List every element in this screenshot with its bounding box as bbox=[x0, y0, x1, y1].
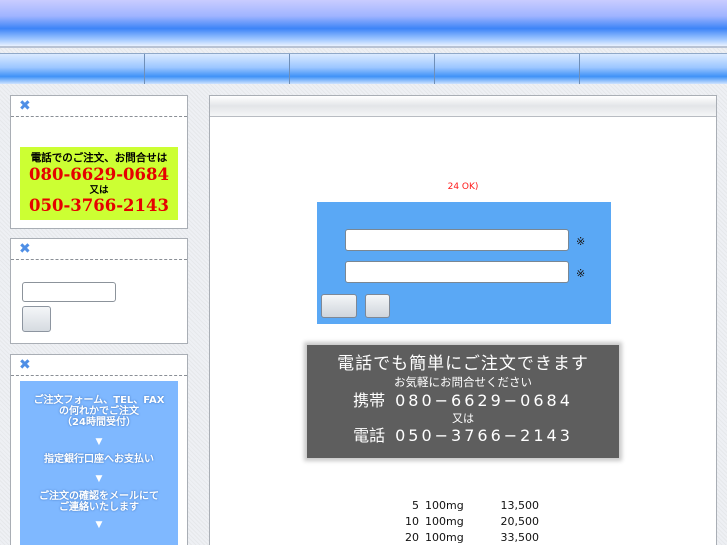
price-amount: 13,500 bbox=[500, 499, 540, 512]
sidebar-search-input[interactable] bbox=[22, 282, 116, 302]
sidebar-order-flow-box: ✖ ご注文フォーム、TEL、FAX の何れかでご注文 （24時間受付） ▼ 指定… bbox=[10, 354, 188, 545]
sidebar-search-box: ✖ bbox=[10, 238, 188, 344]
order-form-panel: ※ ※ bbox=[317, 202, 611, 324]
phone-number-mobile: 080-6629-0684 bbox=[29, 165, 169, 184]
phone-or-text: 又は bbox=[89, 185, 109, 196]
banner-subline: お気軽にお問合せください bbox=[394, 375, 532, 389]
main-content: 24 OK) ※ ※ 電話でも簡単にご注文できます お気軽にお問合せください 携… bbox=[209, 95, 717, 545]
sidebar-search-button[interactable] bbox=[22, 306, 51, 332]
price-dose: 100mg bbox=[425, 499, 464, 512]
x-mark-icon: ✖ bbox=[19, 357, 31, 373]
price-qty: 20 bbox=[405, 531, 419, 544]
price-row: 10 100mg 20,500 bbox=[397, 514, 557, 530]
banner-tel-row: 電話 050−3766−2143 bbox=[307, 425, 619, 447]
flow-step-1-line-3: （24時間受付） bbox=[62, 417, 136, 428]
banner-tel-number: 050−3766−2143 bbox=[395, 426, 573, 445]
banner-tel-label: 電話 bbox=[353, 426, 386, 445]
flow-step-2: 指定銀行口座へお支払い bbox=[44, 454, 154, 465]
flow-step-3-line-1: ご注文の確認をメールにて bbox=[39, 491, 159, 502]
sidebar-box-header: ✖ bbox=[11, 355, 187, 376]
order-flow-panel: ご注文フォーム、TEL、FAX の何れかでご注文 （24時間受付） ▼ 指定銀行… bbox=[20, 381, 178, 545]
main-content-header bbox=[210, 96, 716, 117]
nav-item-2[interactable] bbox=[145, 54, 290, 84]
price-dose: 100mg bbox=[425, 531, 464, 544]
nav-item-1[interactable] bbox=[0, 54, 145, 84]
order-form-field-2[interactable] bbox=[345, 261, 569, 283]
x-mark-icon: ✖ bbox=[19, 98, 31, 114]
form-submit-button[interactable] bbox=[321, 294, 357, 318]
price-list: 5 100mg 13,500 10 100mg 20,500 20 100mg … bbox=[397, 498, 557, 545]
header-divider bbox=[0, 46, 727, 48]
phone-order-banner[interactable]: 電話でも簡単にご注文できます お気軽にお問合せください 携帯 080−6629−0… bbox=[307, 345, 619, 458]
required-mark-1: ※ bbox=[576, 235, 586, 248]
nav-item-5[interactable] bbox=[580, 54, 727, 84]
banner-mobile-label: 携帯 bbox=[353, 391, 386, 410]
required-mark-2: ※ bbox=[576, 267, 586, 280]
banner-headline: 電話でも簡単にご注文できます bbox=[337, 354, 589, 374]
nav-item-3[interactable] bbox=[290, 54, 435, 84]
phone-number-landline: 050-3766-2143 bbox=[29, 196, 169, 215]
flow-arrow-down-icon: ▼ bbox=[95, 474, 103, 484]
price-qty: 5 bbox=[412, 499, 419, 512]
price-qty: 10 bbox=[405, 515, 419, 528]
nav-item-4[interactable] bbox=[435, 54, 580, 84]
sidebar-box-header: ✖ bbox=[11, 239, 187, 260]
order-form-field-1[interactable] bbox=[345, 229, 569, 251]
x-mark-icon: ✖ bbox=[19, 241, 31, 257]
form-reset-button[interactable] bbox=[365, 294, 390, 318]
banner-or-text: 又は bbox=[452, 412, 474, 425]
notice-text: 24 OK) bbox=[447, 182, 479, 192]
banner-mobile-number: 080−6629−0684 bbox=[395, 391, 573, 410]
sidebar-contact-box: ✖ 電話でのご注文、お問合せは 080-6629-0684 又は 050-376… bbox=[10, 95, 188, 229]
site-header-banner bbox=[0, 0, 727, 46]
flow-step-3-line-2: ご連絡いたします bbox=[59, 502, 139, 513]
price-amount: 33,500 bbox=[500, 531, 540, 544]
price-row: 5 100mg 13,500 bbox=[397, 498, 557, 514]
price-amount: 20,500 bbox=[500, 515, 540, 528]
price-dose: 100mg bbox=[425, 515, 464, 528]
global-nav-bar bbox=[0, 53, 727, 84]
phone-contact-intro: 電話でのご注文、お問合せは bbox=[30, 152, 168, 164]
flow-step-1-line-2: の何れかでご注文 bbox=[59, 406, 139, 417]
flow-arrow-down-icon: ▼ bbox=[95, 520, 103, 530]
sidebar-box-header: ✖ bbox=[11, 96, 187, 117]
banner-mobile-row: 携帯 080−6629−0684 bbox=[307, 390, 619, 412]
price-row: 20 100mg 33,500 bbox=[397, 530, 557, 545]
flow-step-1-line-1: ご注文フォーム、TEL、FAX bbox=[33, 395, 165, 406]
phone-contact-badge[interactable]: 電話でのご注文、お問合せは 080-6629-0684 又は 050-3766-… bbox=[20, 147, 178, 220]
flow-arrow-down-icon: ▼ bbox=[95, 437, 103, 447]
